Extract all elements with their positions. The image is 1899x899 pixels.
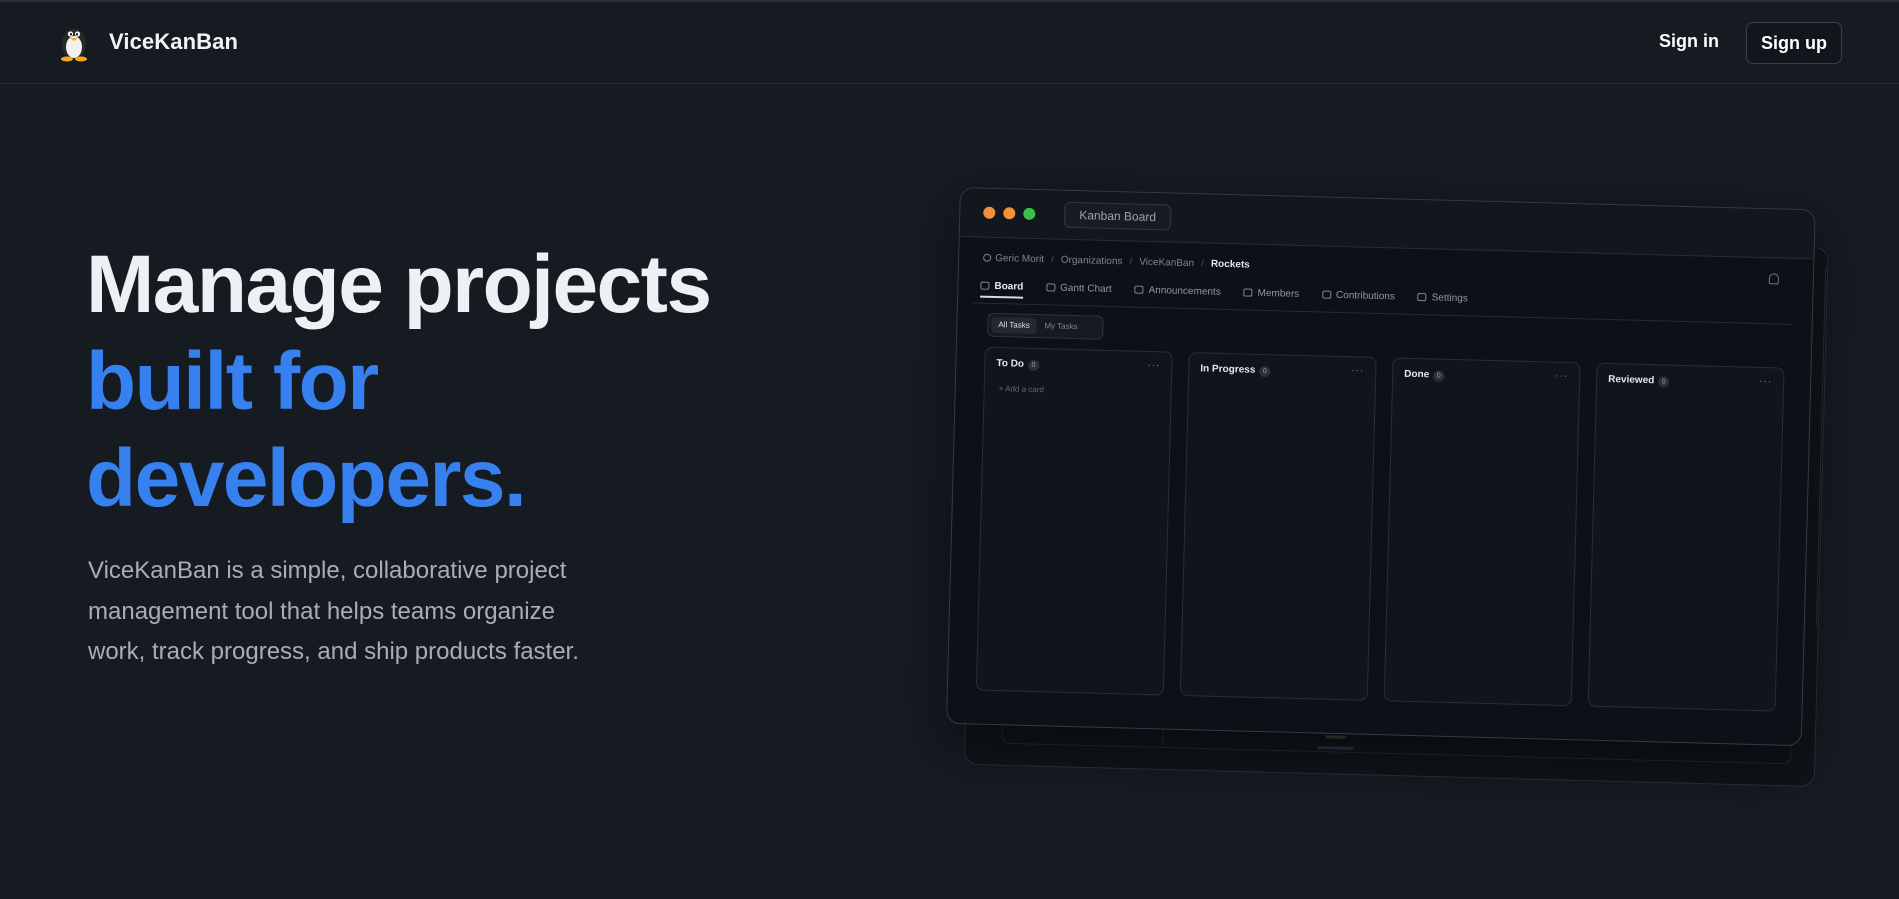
window-minimize-dot xyxy=(1003,207,1016,220)
mockup-back-edge xyxy=(1815,266,1827,627)
more-icon: ··· xyxy=(1351,365,1365,377)
column-count: 0 xyxy=(1259,365,1271,378)
column-to-do: To Do 0 ··· + Add a card xyxy=(975,346,1173,696)
board-icon xyxy=(980,281,990,290)
column-reviewed: Reviewed 0 ··· xyxy=(1587,362,1785,712)
task-filter: All Tasks My Tasks xyxy=(987,312,1104,340)
breadcrumb: Geric Morit / Organizations / ViceKanBan / Roc… xyxy=(983,253,1250,271)
column-title: To Do xyxy=(996,358,1025,370)
mockup-titlebar: Kanban Board xyxy=(959,188,1815,260)
settings-icon xyxy=(1417,293,1427,302)
window-close-dot xyxy=(983,206,996,219)
gantt-icon xyxy=(1045,283,1056,292)
more-icon: ··· xyxy=(1147,359,1161,372)
users-icon xyxy=(1243,288,1253,297)
site-header: ViceKanBan Sign in Sign up xyxy=(0,2,1899,84)
kanban-mockup-window: Kanban Board Geric Morit / Organizations / V… xyxy=(945,187,1816,747)
filter-my-tasks: My Tasks xyxy=(1044,321,1078,332)
mockup-window-tab: Kanban Board xyxy=(1063,201,1172,231)
window-maximize-dot xyxy=(1023,207,1036,220)
tab-contributions: Contributions xyxy=(1321,290,1395,309)
hero-description: ViceKanBan is a simple, collaborative pr… xyxy=(88,557,579,665)
column-count: 0 xyxy=(1027,359,1040,372)
mockup-back-marker xyxy=(1325,735,1346,739)
tab-settings: Settings xyxy=(1417,292,1468,310)
filter-all-tasks: All Tasks xyxy=(991,316,1038,335)
sign-in-link[interactable]: Sign in xyxy=(1659,31,1719,52)
more-icon: ··· xyxy=(1555,370,1569,382)
sign-up-button[interactable]: Sign up xyxy=(1746,22,1842,64)
breadcrumb-current: Rockets xyxy=(1210,258,1250,271)
column-title: Done xyxy=(1404,368,1430,381)
hero-title-line2: built for xyxy=(86,336,379,427)
mockup-nav: Board Gantt Chart Announcements Members … xyxy=(980,281,1488,316)
breadcrumb-user: Geric Morit xyxy=(994,252,1045,266)
column-in-progress: In Progress 0 ··· xyxy=(1179,352,1377,701)
megaphone-icon xyxy=(1134,285,1144,294)
hero-title-line3: developers. xyxy=(86,433,527,524)
hero-title-line1: Manage projects xyxy=(86,239,712,330)
tab-gantt-chart: Gantt Chart xyxy=(1045,282,1112,301)
activity-icon xyxy=(1321,290,1332,299)
bell-icon xyxy=(1768,273,1780,285)
column-title: Reviewed xyxy=(1608,374,1655,387)
penguin-icon[interactable] xyxy=(56,22,92,62)
hero-title: Manage projects built for developers. xyxy=(86,236,712,527)
tab-members: Members xyxy=(1243,287,1299,305)
column-done: Done 0 ··· xyxy=(1383,357,1581,707)
tab-announcements: Announcements xyxy=(1134,285,1221,304)
breadcrumb-org: ViceKanBan xyxy=(1139,256,1195,270)
column-count: 0 xyxy=(1658,376,1670,388)
brand-name[interactable]: ViceKanBan xyxy=(109,29,238,55)
breadcrumb-organizations: Organizations xyxy=(1060,254,1123,268)
user-icon xyxy=(983,253,992,262)
tab-board: Board xyxy=(980,281,1023,299)
add-card-button: + Add a card xyxy=(998,384,1044,395)
column-title: In Progress xyxy=(1200,363,1256,376)
column-count: 0 xyxy=(1433,370,1445,382)
more-icon: ··· xyxy=(1759,375,1773,388)
